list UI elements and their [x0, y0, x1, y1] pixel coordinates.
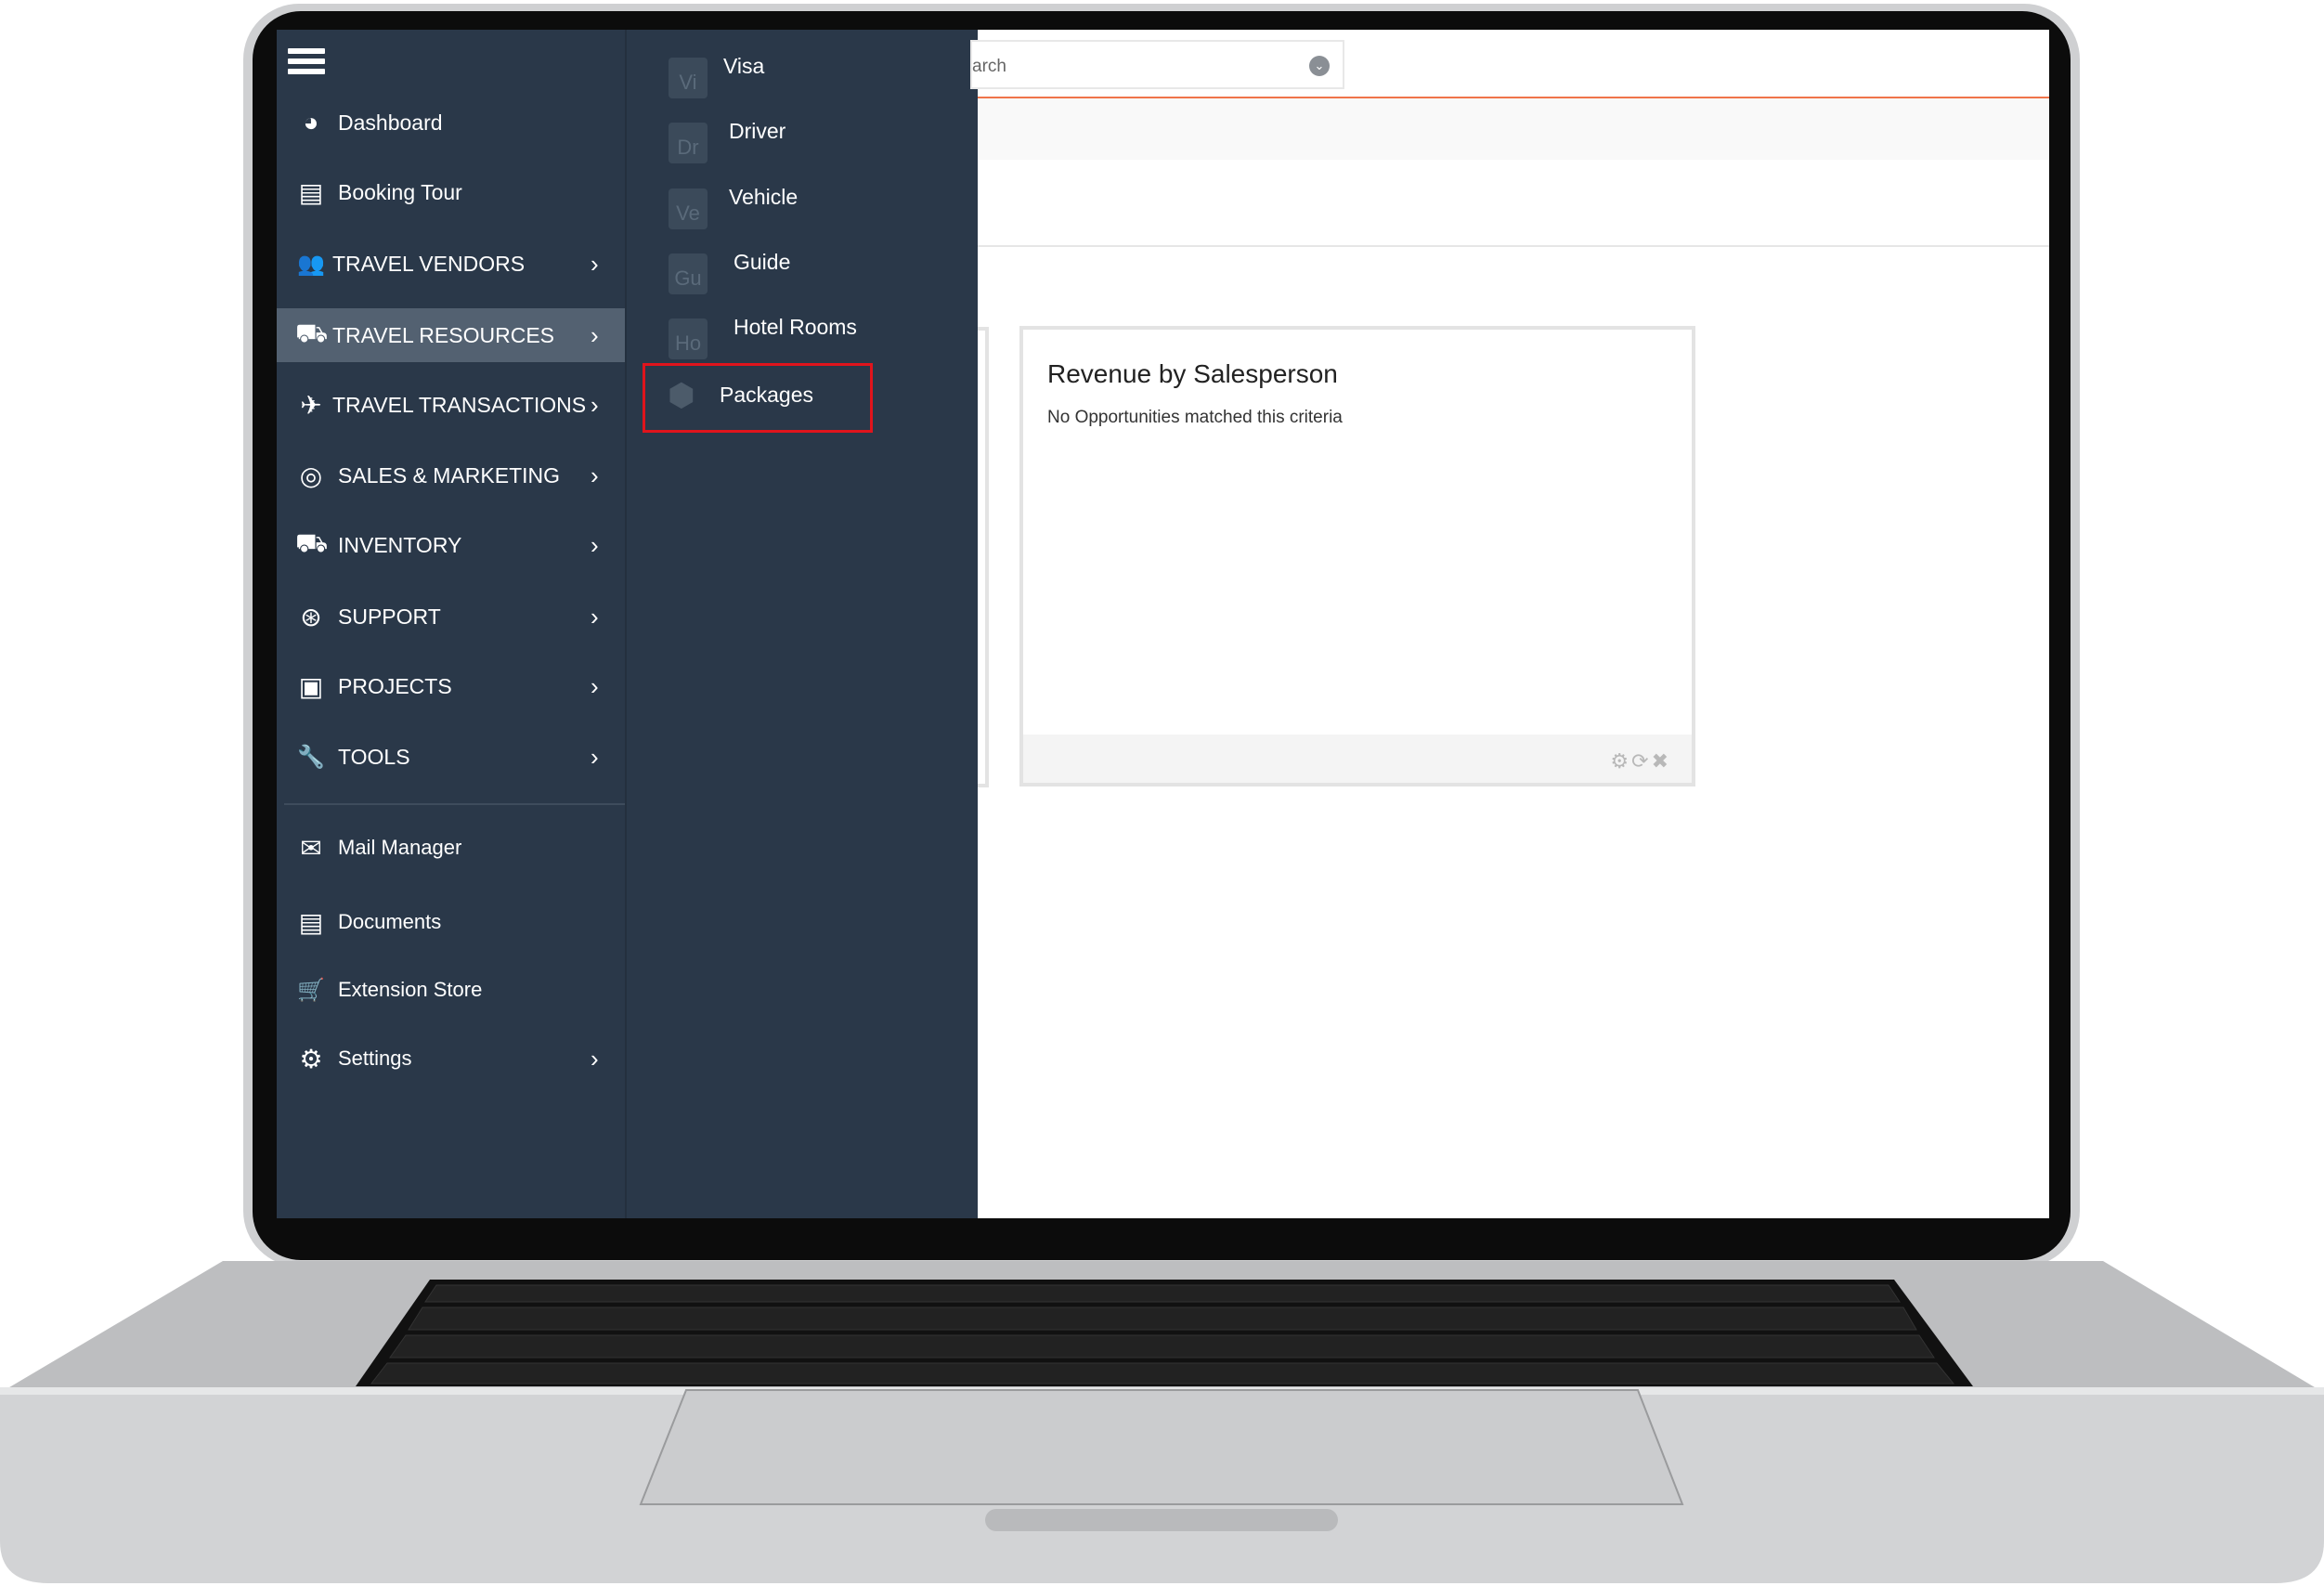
submenu-item-vehicle[interactable]: Ve Vehicle — [627, 185, 978, 240]
sidebar-item-label: TRAVEL TRANSACTIONS — [332, 392, 587, 417]
sidebar-item-label: TRAVEL RESOURCES — [332, 322, 554, 347]
sidebar-item-label: Mail Manager — [338, 836, 462, 859]
sidebar-item-dashboard[interactable]: ◕ Dashboard — [277, 96, 625, 150]
sidebar-item-label: SUPPORT — [338, 604, 441, 629]
widget-title: Revenue by Salesperson — [1047, 359, 1338, 388]
chevron-right-icon: › — [591, 320, 599, 349]
briefcase-icon: ▣ — [298, 671, 324, 701]
cart-icon: 🛒 — [297, 977, 325, 1003]
chevron-right-icon: › — [591, 461, 599, 489]
sidebar-item-label: TRAVEL VENDORS — [332, 251, 526, 276]
submenu-item-label: Guide — [734, 250, 791, 274]
cart-icon: ⛟ — [295, 318, 329, 347]
driver-badge-icon: Dr — [669, 123, 708, 163]
hotel-rooms-badge-icon: Ho — [669, 318, 708, 359]
vehicle-badge-icon: Ve — [669, 188, 708, 229]
revenue-by-salesperson-widget: Revenue by Salesperson No Opportunities … — [1019, 326, 1695, 786]
inventory-icon: ⛟ — [295, 528, 329, 557]
sidebar-item-travel-vendors[interactable]: 👥 TRAVEL VENDORS › — [277, 237, 625, 291]
sidebar-item-documents[interactable]: ▤ Documents — [277, 895, 625, 949]
sidebar-divider — [284, 803, 625, 805]
sidebar-item-label: Dashboard — [338, 110, 443, 135]
chevron-right-icon: › — [591, 530, 599, 559]
submenu-item-guide[interactable]: Gu Guide — [627, 250, 978, 306]
sidebar-item-travel-resources[interactable]: ⛟ TRAVEL RESOURCES › — [277, 308, 625, 362]
widget-footer: ⚙⟳✖ — [1023, 734, 1692, 783]
guide-badge-icon: Gu — [669, 254, 708, 294]
sidebar-item-tools[interactable]: 🔧 TOOLS › — [277, 730, 625, 784]
users-icon: 👥 — [297, 251, 325, 277]
main-content: arch ⌄ Revenue by Salesperson No Opportun… — [970, 30, 2049, 1218]
close-icon[interactable]: ✖ — [1652, 749, 1671, 773]
widget-panel-partial — [978, 327, 989, 787]
mail-icon: ✉ — [300, 833, 322, 863]
submenu-item-visa[interactable]: Vi Visa — [627, 54, 978, 110]
travel-resources-submenu: Vi Visa Dr Driver Ve Vehicle Gu Guide Ho Hote… — [625, 30, 978, 1218]
submenu-item-label: Visa — [723, 54, 765, 78]
search-input[interactable]: arch ⌄ — [970, 40, 1344, 89]
app-screen: ◕ Dashboard ▤ Booking Tour 👥 TRAVEL VENDORS… — [277, 30, 2049, 1218]
chevron-down-icon[interactable]: ⌄ — [1309, 56, 1330, 76]
sidebar-item-label: Documents — [338, 910, 442, 933]
widget-empty-message: No Opportunities matched this criteria — [1047, 408, 1343, 427]
chevron-right-icon: › — [591, 390, 599, 419]
sidebar-item-projects[interactable]: ▣ PROJECTS › — [277, 659, 625, 713]
submenu-item-label: Driver — [729, 119, 786, 143]
section-divider — [978, 245, 2049, 247]
sidebar-item-booking-tour[interactable]: ▤ Booking Tour — [277, 165, 625, 219]
gear-icon: ⚙ — [299, 1044, 323, 1073]
dashboard-icon: ◕ — [303, 108, 319, 136]
submenu-item-label: Vehicle — [729, 185, 798, 209]
document-icon: ▤ — [298, 907, 324, 937]
plane-icon: ✈ — [300, 390, 322, 420]
sidebar-item-support[interactable]: ⊛ SUPPORT › — [277, 590, 625, 644]
sidebar-item-label: TOOLS — [338, 744, 410, 769]
submenu-item-packages[interactable]: ⬢ Packages — [643, 363, 873, 433]
visa-badge-icon: Vi — [669, 58, 708, 98]
gear-icon[interactable]: ⚙ — [1610, 749, 1631, 773]
sidebar-item-inventory[interactable]: ⛟ INVENTORY › — [277, 518, 625, 572]
sidebar-item-mail-manager[interactable]: ✉ Mail Manager — [277, 821, 625, 875]
submenu-item-label: Hotel Rooms — [734, 315, 857, 339]
submenu-item-label: Packages — [720, 383, 814, 407]
chevron-right-icon: › — [591, 249, 599, 278]
sidebar-item-label: INVENTORY — [338, 532, 462, 557]
submenu-item-hotel-rooms[interactable]: Ho Hotel Rooms — [627, 315, 978, 370]
sidebar-item-label: Booking Tour — [338, 179, 462, 204]
chevron-right-icon: › — [591, 602, 599, 630]
sidebar-item-sales-marketing[interactable]: ◎ SALES & MARKETING › — [277, 448, 625, 502]
submenu-item-driver[interactable]: Dr Driver — [627, 119, 978, 175]
chevron-right-icon: › — [591, 671, 599, 700]
chevron-right-icon: › — [591, 742, 599, 771]
target-icon: ◎ — [299, 461, 323, 490]
sidebar-item-settings[interactable]: ⚙ Settings › — [277, 1032, 625, 1086]
book-icon: ▤ — [298, 177, 324, 207]
sidebar-item-travel-transactions[interactable]: ✈ TRAVEL TRANSACTIONS › — [277, 378, 625, 432]
box-icon: ⬢ — [668, 378, 695, 413]
sidebar-item-label: PROJECTS — [338, 673, 452, 698]
sidebar-item-label: Extension Store — [338, 978, 483, 1001]
sidebar: ◕ Dashboard ▤ Booking Tour 👥 TRAVEL VENDORS… — [277, 30, 625, 1218]
hamburger-menu-icon[interactable] — [288, 48, 325, 78]
chevron-right-icon: › — [591, 1044, 599, 1072]
header-band — [978, 98, 2049, 160]
sidebar-item-label: Settings — [338, 1046, 412, 1070]
search-text: arch — [972, 57, 1006, 76]
refresh-icon[interactable]: ⟳ — [1631, 749, 1651, 773]
lifebuoy-icon: ⊛ — [300, 602, 322, 631]
sidebar-item-extension-store[interactable]: 🛒 Extension Store — [277, 963, 625, 1017]
sidebar-item-label: SALES & MARKETING — [338, 462, 561, 488]
wrench-icon: 🔧 — [297, 744, 325, 770]
